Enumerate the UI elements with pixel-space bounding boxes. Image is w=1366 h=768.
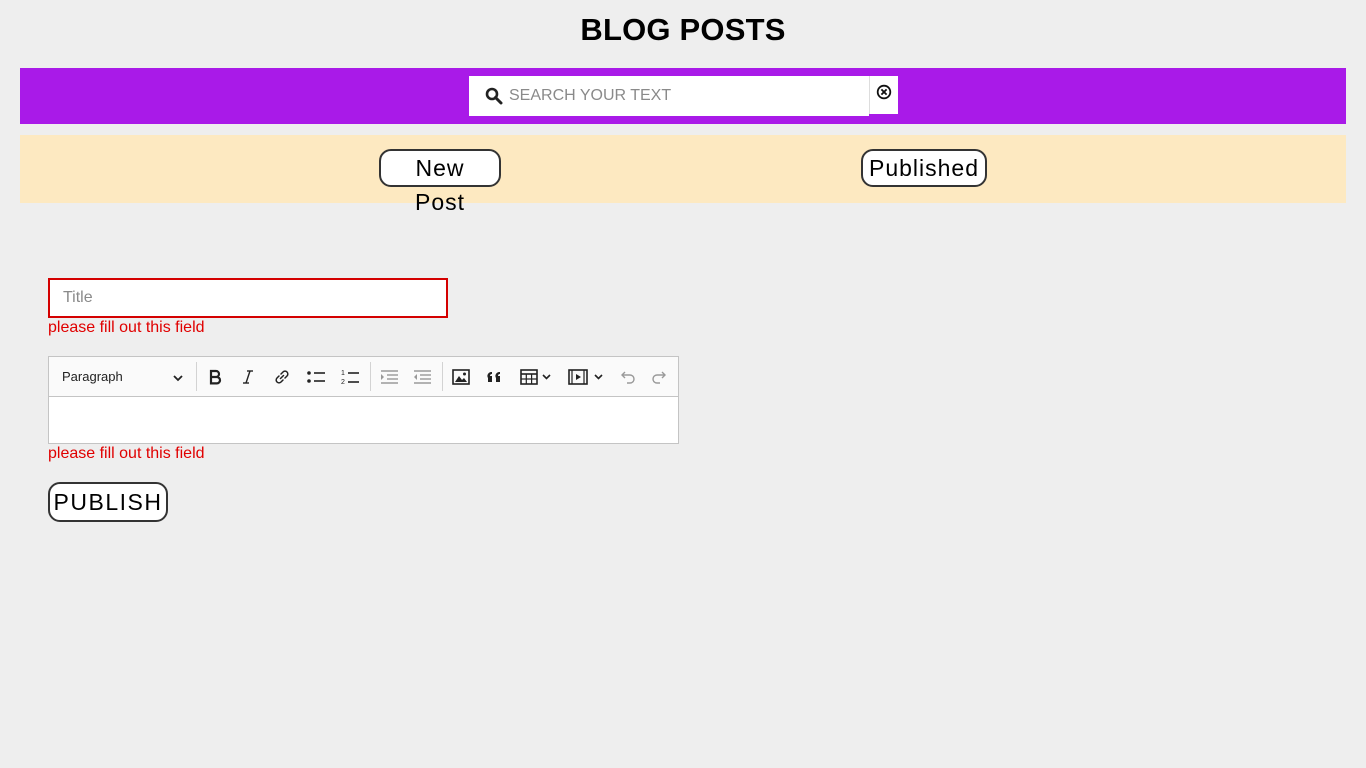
svg-text:2: 2	[341, 379, 345, 386]
indent-button[interactable]	[377, 365, 401, 389]
chevron-down-icon	[172, 371, 184, 389]
toolbar-divider	[370, 362, 371, 391]
quote-icon	[486, 369, 504, 385]
editor-toolbar: Paragraph 12	[49, 357, 678, 397]
redo-button[interactable]	[648, 365, 672, 389]
outdent-icon	[412, 369, 432, 385]
title-input[interactable]	[48, 278, 448, 318]
undo-icon	[618, 370, 636, 384]
indent-icon	[379, 369, 399, 385]
content-error-message: please fill out this field	[48, 445, 205, 462]
block-quote-button[interactable]	[483, 365, 507, 389]
bold-icon	[207, 369, 223, 385]
italic-button[interactable]	[236, 365, 260, 389]
svg-text:1: 1	[341, 370, 345, 377]
paragraph-style-label: Paragraph	[62, 369, 123, 384]
publish-button[interactable]: PUBLISH	[48, 482, 168, 522]
clear-search-button[interactable]	[869, 76, 898, 114]
search-icon	[485, 87, 503, 105]
published-button[interactable]: Published	[861, 149, 987, 187]
insert-image-button[interactable]	[449, 365, 473, 389]
paragraph-style-dropdown[interactable]: Paragraph	[57, 363, 187, 390]
link-button[interactable]	[270, 365, 294, 389]
close-circle-icon	[876, 84, 892, 105]
insert-table-button[interactable]	[516, 365, 556, 389]
toolbar-divider	[196, 362, 197, 391]
bulleted-list-button[interactable]	[304, 365, 328, 389]
media-icon	[568, 369, 604, 385]
editor-content-area[interactable]	[49, 397, 678, 443]
rich-text-editor: Paragraph 12	[48, 356, 679, 444]
bold-button[interactable]	[203, 365, 227, 389]
numbered-list-icon: 12	[340, 368, 360, 386]
bulleted-list-icon	[306, 369, 326, 385]
undo-button[interactable]	[615, 365, 639, 389]
insert-media-button[interactable]	[565, 365, 607, 389]
search-bar	[20, 68, 1346, 124]
title-error-message: please fill out this field	[48, 319, 205, 336]
new-post-button[interactable]: New Post	[379, 149, 501, 215]
nav-bar: New Post Published	[20, 135, 1346, 215]
link-icon	[273, 368, 291, 386]
italic-icon	[240, 369, 256, 385]
search-input[interactable]	[509, 76, 859, 116]
numbered-list-button[interactable]: 12	[338, 365, 362, 389]
outdent-button[interactable]	[410, 365, 434, 389]
toolbar-divider	[442, 362, 443, 391]
table-icon	[520, 369, 552, 385]
search-box	[469, 76, 869, 116]
page-title: BLOG POSTS	[580, 12, 786, 47]
image-icon	[452, 369, 470, 385]
redo-icon	[651, 370, 669, 384]
